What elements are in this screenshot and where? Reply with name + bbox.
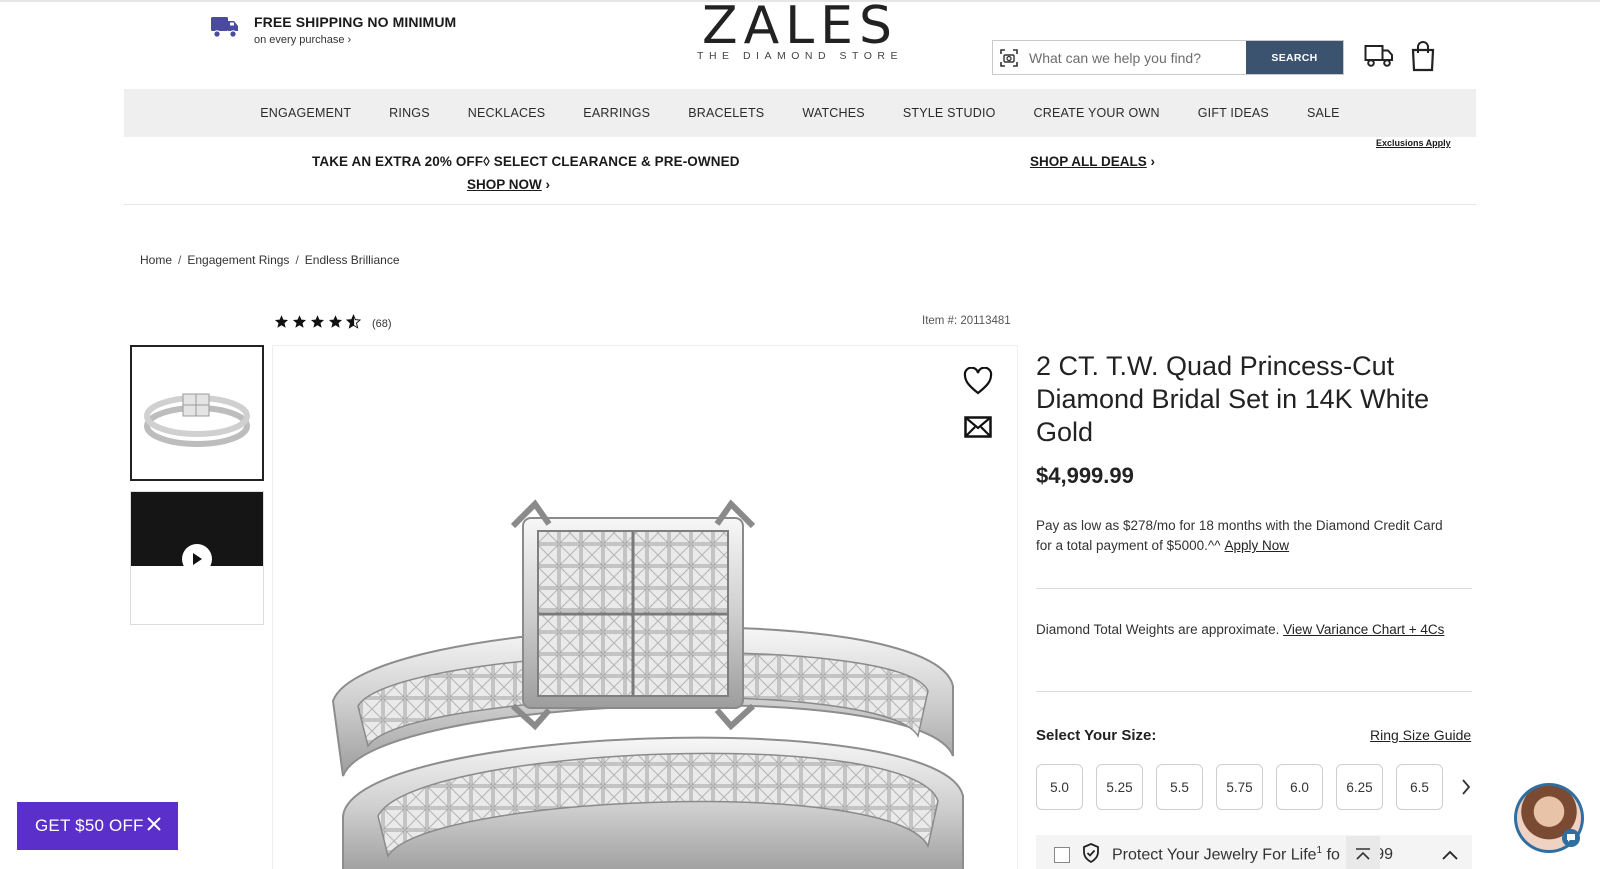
logo-word: ZALES — [701, 0, 899, 56]
nav-style-studio[interactable]: STYLE STUDIO — [903, 106, 996, 120]
close-icon[interactable] — [146, 816, 162, 837]
half-star-icon — [345, 314, 362, 334]
shopping-bag-icon[interactable] — [1410, 40, 1436, 77]
nav-watches[interactable]: WATCHES — [802, 106, 865, 120]
ring-size-guide-link[interactable]: Ring Size Guide — [1370, 727, 1471, 743]
shop-now-link[interactable]: SHOP NOW › — [467, 177, 550, 192]
size-option[interactable]: 6.5 — [1396, 764, 1443, 810]
exclusions-link[interactable]: Exclusions Apply — [1376, 138, 1451, 148]
nav-earrings[interactable]: EARRINGS — [583, 106, 650, 120]
size-option[interactable]: 6.25 — [1336, 764, 1383, 810]
chevron-right-icon[interactable] — [1456, 779, 1476, 795]
protection-plan-row[interactable]: Protect Your Jewelry For Life1 fo 9.99 — [1036, 835, 1472, 869]
protection-label-tail: fo — [1326, 846, 1340, 864]
zales-logo[interactable]: ZALES THE DIAMOND STORE — [690, 0, 910, 62]
chevron-up-icon[interactable] — [1442, 847, 1458, 865]
shipping-title: FREE SHIPPING NO MINIMUM — [254, 14, 457, 30]
breadcrumb-separator: / — [178, 253, 182, 267]
nav-create-your-own[interactable]: CREATE YOUR OWN — [1034, 106, 1160, 120]
wishlist-heart-icon[interactable] — [963, 366, 993, 400]
main-product-image[interactable] — [272, 345, 1018, 869]
shop-now-label: SHOP NOW — [467, 177, 542, 192]
chat-bubble-icon — [1562, 829, 1580, 847]
weights-copy: Diamond Total Weights are approximate. — [1036, 622, 1280, 637]
ring-thumbnail-icon — [144, 393, 250, 447]
product-price: $4,999.99 — [1036, 463, 1134, 488]
star-icon — [310, 314, 325, 334]
section-divider — [1036, 691, 1472, 692]
delivery-truck-icon[interactable] — [1364, 44, 1394, 73]
email-share-icon[interactable] — [964, 416, 992, 443]
logo-tagline: THE DIAMOND STORE — [697, 50, 903, 62]
nav-rings[interactable]: RINGS — [389, 106, 430, 120]
product-title: 2 CT. T.W. Quad Princess-Cut Diamond Bri… — [1036, 351, 1430, 447]
play-icon — [182, 544, 212, 574]
video-preview — [131, 492, 263, 574]
rating-count: (68) — [372, 318, 392, 330]
get-offer-label: GET $50 OFF — [35, 816, 144, 835]
truck-icon — [210, 14, 240, 45]
size-selector: 5.0 5.25 5.5 5.75 6.0 6.25 6.5 — [1036, 764, 1476, 810]
star-icon — [328, 314, 343, 334]
product-rating[interactable]: (68) — [274, 314, 392, 334]
free-shipping-banner[interactable]: FREE SHIPPING NO MINIMUM on every purcha… — [210, 14, 456, 46]
nav-gift-ideas[interactable]: GIFT IDEAS — [1198, 106, 1269, 120]
size-select-label: Select Your Size: — [1036, 727, 1157, 744]
scroll-to-top-button[interactable] — [1346, 836, 1380, 869]
arrow-up-icon — [1356, 848, 1370, 860]
size-option[interactable]: 5.0 — [1036, 764, 1083, 810]
protection-footnote: 1 — [1316, 845, 1323, 857]
breadcrumb-separator: / — [295, 253, 299, 267]
size-option[interactable]: 5.25 — [1096, 764, 1143, 810]
section-divider — [1036, 588, 1472, 589]
breadcrumb-engagement-rings[interactable]: Engagement Rings — [187, 253, 289, 267]
nav-bracelets[interactable]: BRACELETS — [688, 106, 764, 120]
chat-assistant-avatar[interactable] — [1514, 783, 1584, 853]
apply-now-link[interactable]: Apply Now — [1225, 538, 1290, 553]
shield-check-icon — [1082, 842, 1100, 868]
breadcrumb: Home / Engagement Rings / Endless Brilli… — [140, 253, 400, 267]
breadcrumb-endless-brilliance[interactable]: Endless Brilliance — [305, 253, 400, 267]
size-option[interactable]: 5.5 — [1156, 764, 1203, 810]
camera-search-icon[interactable] — [993, 41, 1025, 74]
breadcrumb-home[interactable]: Home — [140, 253, 172, 267]
nav-necklaces[interactable]: NECKLACES — [468, 106, 546, 120]
nav-sale[interactable]: SALE — [1307, 106, 1340, 120]
item-number: Item #: 20113481 — [922, 315, 1011, 327]
star-icon — [274, 314, 289, 334]
main-navigation: ENGAGEMENT RINGS NECKLACES EARRINGS BRAC… — [124, 89, 1476, 137]
thumbnail-ring-image[interactable] — [130, 345, 264, 481]
variance-chart-link[interactable]: View Variance Chart + 4Cs — [1283, 622, 1444, 637]
search-bar: SEARCH — [992, 40, 1344, 75]
thumbnail-video[interactable] — [130, 491, 264, 625]
financing-text: Pay as low as $278/mo for 18 months with… — [1036, 516, 1456, 556]
bridal-set-ring-image — [331, 499, 964, 869]
search-input[interactable] — [1025, 41, 1246, 74]
weights-disclaimer: Diamond Total Weights are approximate. V… — [1036, 620, 1466, 640]
promo-headline: TAKE AN EXTRA 20% OFF◊ SELECT CLEARANCE … — [312, 154, 740, 169]
shop-all-deals-link[interactable]: SHOP ALL DEALS › — [1030, 154, 1155, 169]
protection-checkbox[interactable] — [1054, 847, 1070, 863]
search-button[interactable]: SEARCH — [1246, 41, 1343, 74]
get-offer-badge[interactable]: GET $50 OFF — [17, 802, 178, 850]
star-icon — [292, 314, 307, 334]
protection-label-text: Protect Your Jewelry For Life — [1112, 846, 1317, 864]
nav-engagement[interactable]: ENGAGEMENT — [260, 106, 351, 120]
shop-all-deals-label: SHOP ALL DEALS — [1030, 154, 1147, 169]
promo-divider — [124, 204, 1476, 205]
protection-label: Protect Your Jewelry For Life1 fo — [1112, 845, 1340, 864]
shipping-subtitle[interactable]: on every purchase › — [254, 34, 456, 46]
size-option[interactable]: 5.75 — [1216, 764, 1263, 810]
size-option[interactable]: 6.0 — [1276, 764, 1323, 810]
